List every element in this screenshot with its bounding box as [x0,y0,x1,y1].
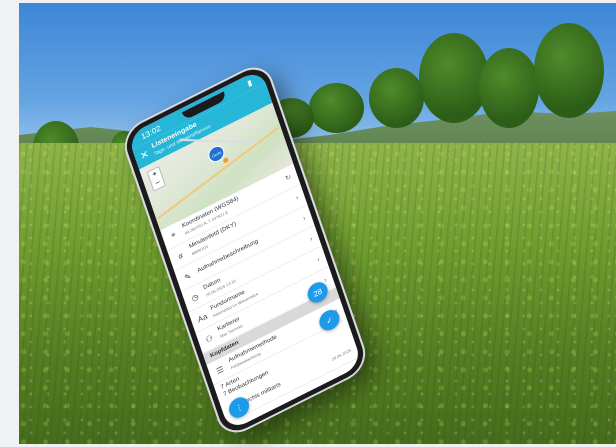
chevron-right-icon: › [301,214,307,222]
clock-icon: ◷ [190,291,200,303]
chevron-right-icon: › [316,255,321,264]
chevron-right-icon: › [309,235,314,243]
text-icon: Aa [196,311,209,324]
pencil-icon: ✎ [183,270,193,283]
refresh-icon[interactable]: ↻ [284,173,293,183]
chevron-right-icon: › [294,193,300,202]
pin-label: Orchi [211,149,222,159]
zoom-controls: + − [146,165,166,192]
list-icon: ☰ [215,364,225,376]
battery-icon: ▮ [246,77,254,88]
check-icon: ✓ [324,314,334,326]
location-dot-icon [222,156,229,164]
fab-top-label: 28 [312,286,324,299]
close-icon[interactable]: ✕ [139,148,150,162]
more-icon: ⋮ [233,401,245,414]
species-date: 20.05.2025 [330,347,352,362]
tree-line [269,23,616,163]
person-icon: ⚇ [204,332,214,345]
grid-icon: # [177,250,185,262]
location-pin-icon: ⌖ [169,229,177,240]
